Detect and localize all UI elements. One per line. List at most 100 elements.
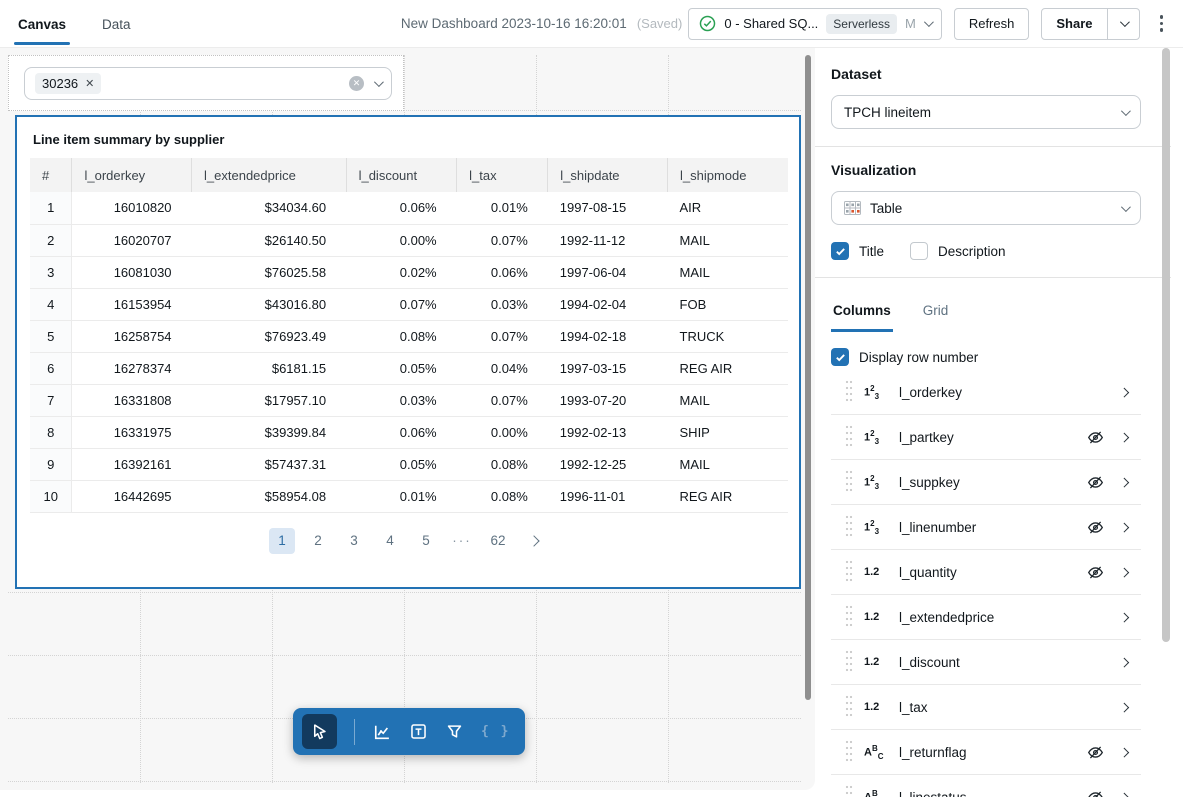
hidden-eye-icon[interactable] [1087, 474, 1104, 491]
chevron-right-icon[interactable] [1119, 792, 1128, 797]
divider [815, 277, 1171, 278]
panel-scrollbar[interactable] [1162, 48, 1170, 642]
column-list-item[interactable]: 1.2l_discount [831, 640, 1141, 685]
chevron-right-icon[interactable] [1119, 612, 1128, 621]
parameters-button[interactable]: { } [481, 724, 510, 739]
drag-handle[interactable] [845, 424, 853, 450]
column-list-item[interactable]: 123l_linenumber [831, 505, 1141, 550]
drag-handle[interactable] [845, 604, 853, 630]
clear-filter-icon[interactable]: ✕ [349, 76, 364, 91]
chevron-right-icon[interactable] [1119, 387, 1128, 396]
pagination-page[interactable]: 5 [413, 528, 439, 554]
drag-handle-icon [845, 739, 853, 765]
add-visualization-button[interactable] [372, 722, 392, 742]
share-dropdown-button[interactable] [1107, 9, 1139, 39]
hidden-eye-icon[interactable] [1087, 744, 1104, 761]
chevron-right-icon[interactable] [1119, 432, 1128, 441]
table-cell: SHIP [668, 416, 788, 448]
add-filter-button[interactable] [445, 722, 464, 741]
table-cell: $39399.84 [192, 416, 347, 448]
table-widget[interactable]: Line item summary by supplier #l_orderke… [15, 115, 801, 589]
drag-handle[interactable] [845, 649, 853, 675]
hidden-eye-icon[interactable] [1087, 564, 1104, 581]
dashboard-canvas[interactable]: 30236 ✕ ✕ Line item summary by supplier … [0, 48, 815, 790]
drag-handle[interactable] [845, 739, 853, 765]
chevron-right-icon[interactable] [1119, 657, 1128, 666]
pagination-page[interactable]: 62 [485, 528, 511, 554]
chevron-right-icon[interactable] [1119, 747, 1128, 756]
drag-handle-icon [845, 424, 853, 450]
drag-handle[interactable] [845, 514, 853, 540]
drag-handle[interactable] [845, 559, 853, 585]
column-list: 123l_orderkey123l_partkey123l_suppkey123… [831, 370, 1141, 797]
title-checkbox-group[interactable]: Title [831, 242, 884, 260]
column-header[interactable]: l_extendedprice [192, 158, 347, 192]
warehouse-name: 0 - Shared SQ... [724, 16, 818, 31]
tab-columns[interactable]: Columns [831, 293, 893, 332]
column-list-item[interactable]: 1.2l_quantity [831, 550, 1141, 595]
table-cell: $76025.58 [192, 256, 347, 288]
chevron-right-icon[interactable] [1119, 567, 1128, 576]
filter-select[interactable]: 30236 ✕ ✕ [24, 67, 392, 100]
description-checkbox-group[interactable]: Description [910, 242, 1006, 260]
chevron-right-icon[interactable] [1119, 702, 1128, 711]
string-type-icon: ABC [864, 744, 888, 761]
divider [815, 146, 1171, 147]
column-header[interactable]: l_discount [346, 158, 457, 192]
column-header[interactable]: # [30, 158, 72, 192]
warehouse-tier-badge: Serverless [826, 14, 897, 34]
table-cell: 16331975 [72, 416, 192, 448]
tab-data[interactable]: Data [98, 2, 135, 45]
drag-handle[interactable] [845, 469, 853, 495]
more-options-button[interactable] [1156, 11, 1168, 36]
title-checkbox-label: Title [859, 244, 884, 259]
dataset-select[interactable]: TPCH lineitem [831, 95, 1141, 129]
column-list-item[interactable]: 1.2l_tax [831, 685, 1141, 730]
tab-canvas[interactable]: Canvas [14, 2, 70, 45]
column-list-item[interactable]: 1.2l_extendedprice [831, 595, 1141, 640]
share-button[interactable]: Share [1042, 9, 1106, 39]
column-header[interactable]: l_tax [457, 158, 548, 192]
drag-handle[interactable] [845, 784, 853, 797]
table-row: 716331808$17957.100.03%0.07%1993-07-20MA… [30, 384, 788, 416]
title-checkbox[interactable] [831, 242, 849, 260]
toolbar-divider [354, 719, 355, 745]
drag-handle[interactable] [845, 694, 853, 720]
pagination-page[interactable]: 2 [305, 528, 331, 554]
hidden-eye-icon[interactable] [1087, 519, 1104, 536]
canvas-scrollbar[interactable] [805, 55, 811, 700]
display-row-number-checkbox[interactable] [831, 348, 849, 366]
column-header[interactable]: l_orderkey [72, 158, 192, 192]
display-row-number-label: Display row number [859, 350, 978, 365]
chevron-right-icon[interactable] [1119, 477, 1128, 486]
pagination-page[interactable]: 3 [341, 528, 367, 554]
row-number-cell: 5 [30, 320, 72, 352]
table-cell: 1994-02-18 [548, 320, 668, 352]
chip-remove-icon[interactable]: ✕ [85, 77, 94, 90]
column-list-item[interactable]: ABCl_linestatus [831, 775, 1141, 797]
column-list-item[interactable]: 123l_orderkey [831, 370, 1141, 415]
column-header[interactable]: l_shipdate [548, 158, 668, 192]
pagination-next-button[interactable] [521, 528, 547, 554]
hidden-eye-icon[interactable] [1087, 429, 1104, 446]
column-list-item[interactable]: 123l_suppkey [831, 460, 1141, 505]
pagination-page[interactable]: 4 [377, 528, 403, 554]
filter-widget[interactable]: 30236 ✕ ✕ [8, 55, 404, 111]
refresh-button[interactable]: Refresh [954, 8, 1030, 40]
tab-grid[interactable]: Grid [921, 293, 951, 332]
visualization-select[interactable]: Table [831, 191, 1141, 225]
drag-handle[interactable] [845, 379, 853, 405]
chevron-right-icon[interactable] [1119, 522, 1128, 531]
column-list-item[interactable]: 123l_partkey [831, 415, 1141, 460]
warehouse-selector[interactable]: 0 - Shared SQ... Serverless M [688, 8, 941, 40]
chevron-down-icon [1121, 202, 1131, 212]
pagination-page[interactable]: 1 [269, 528, 295, 554]
cursor-tool-button[interactable] [302, 714, 337, 749]
column-list-item[interactable]: ABCl_returnflag [831, 730, 1141, 775]
display-row-number-group[interactable]: Display row number [831, 348, 1141, 366]
description-checkbox[interactable] [910, 242, 928, 260]
hidden-eye-icon[interactable] [1087, 789, 1104, 797]
table-cell: 0.07% [346, 288, 457, 320]
column-header[interactable]: l_shipmode [668, 158, 788, 192]
add-text-button[interactable] [409, 722, 428, 741]
